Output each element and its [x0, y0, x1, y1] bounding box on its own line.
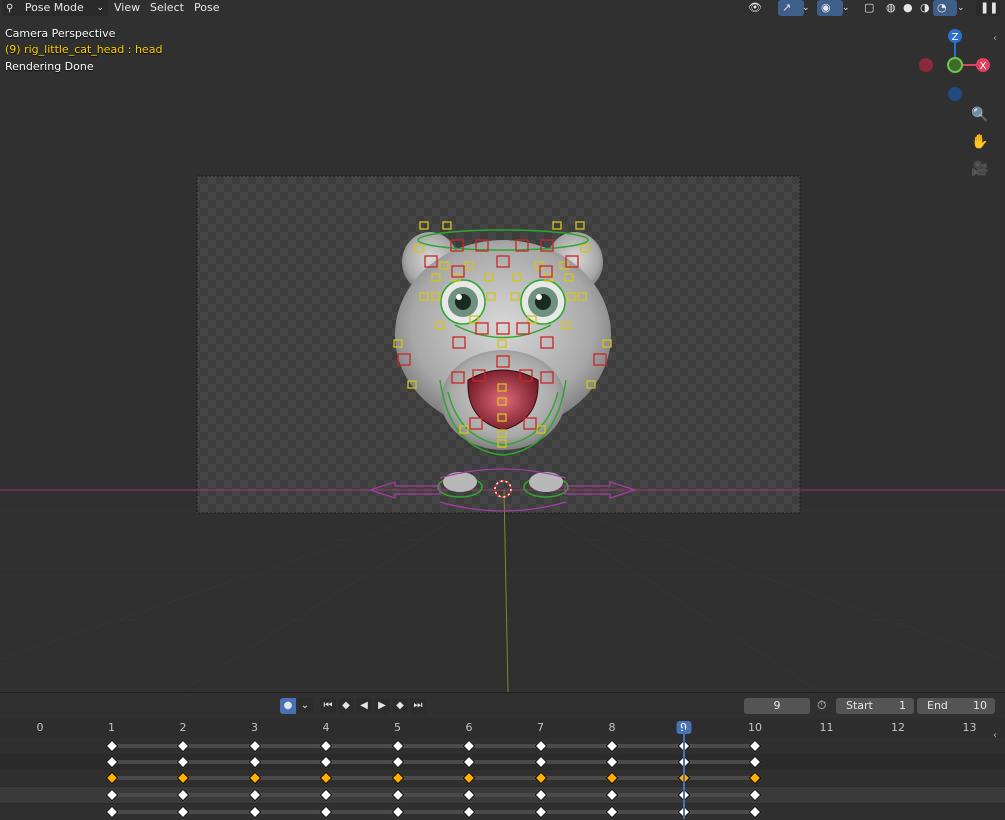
jump-start-icon: ⏮	[323, 700, 333, 711]
timeline-header: ● ⌄ ⏮ ◆ ◀ ▶ ◆ ⏭ 9 ⏱ Start 1 End 10	[0, 692, 1005, 719]
frame-number[interactable]: 13	[963, 721, 977, 734]
shading-dropdown[interactable]: ⌄	[953, 0, 973, 16]
frame-number[interactable]: 1	[108, 721, 115, 734]
jump-end-button[interactable]: ⏭	[410, 698, 426, 714]
prev-keyframe-button[interactable]: ◆	[338, 698, 354, 714]
current-frame-value: 9	[773, 699, 781, 712]
floor-grid	[0, 489, 1005, 692]
neg-z-axis-handle	[948, 87, 962, 101]
jump-start-button[interactable]: ⏮	[320, 698, 336, 714]
overlay-icon: ◉	[821, 1, 831, 14]
gizmo-dropdown[interactable]: ⌄	[798, 0, 818, 16]
record-icon: ●	[283, 700, 293, 711]
menu-pose[interactable]: Pose	[190, 0, 223, 16]
play-reverse-icon: ◀	[360, 700, 368, 711]
timeline-dopesheet[interactable]: 012345678910111213 ‹	[0, 718, 1005, 820]
xray-toggle[interactable]: ▢	[860, 0, 884, 16]
navigation-gizmo[interactable]: Z X	[912, 26, 1002, 106]
wireframe-icon: ◍	[886, 1, 896, 14]
pause-icon: ❚❚	[980, 1, 999, 14]
play-icon: ▶	[378, 700, 386, 711]
frame-number[interactable]: 4	[323, 721, 330, 734]
stopwatch-icon[interactable]: ⏱	[817, 698, 826, 713]
pose-mode-icon: ⚲	[6, 3, 14, 14]
hold-bar	[111, 810, 755, 814]
z-axis-label: Z	[952, 32, 959, 43]
pan-hand-icon[interactable]: ✋	[970, 132, 990, 152]
pause-render-button[interactable]: ❚❚	[976, 0, 1000, 16]
frame-ruler[interactable]: 012345678910111213	[0, 718, 1005, 738]
record-button[interactable]: ●	[280, 698, 296, 714]
frame-number[interactable]: 11	[820, 721, 834, 734]
start-label: Start	[846, 699, 873, 712]
frame-number[interactable]: 10	[748, 721, 762, 734]
material-icon: ◑	[920, 1, 930, 14]
hold-bar	[111, 776, 755, 780]
play-button[interactable]: ▶	[374, 698, 390, 714]
frame-number[interactable]: 7	[537, 721, 544, 734]
mode-dropdown[interactable]: ⚲ Pose Mode ⌄	[2, 0, 108, 16]
frame-number[interactable]: 0	[37, 721, 44, 734]
render-status-label: Rendering Done	[5, 60, 94, 73]
frame-number[interactable]: 3	[251, 721, 258, 734]
jump-end-icon: ⏭	[413, 700, 423, 711]
menu-select[interactable]: Select	[146, 0, 188, 16]
end-frame-field[interactable]: End 10	[917, 698, 995, 714]
chevron-down-icon: ⌄	[802, 3, 810, 13]
end-label: End	[927, 699, 948, 712]
playhead[interactable]	[682, 727, 685, 819]
chevron-down-icon: ⌄	[842, 3, 850, 13]
hold-bar	[111, 744, 755, 748]
x-axis-label: X	[980, 61, 987, 72]
eye-icon: 👁	[748, 1, 762, 14]
vertical-axis-line	[503, 489, 509, 692]
zoom-icon[interactable]: 🔍	[970, 105, 990, 125]
viewport-header: ⚲ Pose Mode ⌄ View Select Pose 👁 ↗ ⌄ ◉ ⌄…	[0, 0, 1005, 16]
frame-number[interactable]: 8	[609, 721, 616, 734]
frame-number[interactable]: 6	[466, 721, 473, 734]
xray-icon: ▢	[864, 1, 875, 14]
overlay-dropdown[interactable]: ⌄	[838, 0, 858, 16]
visibility-dropdown[interactable]: 👁	[744, 0, 780, 16]
end-value: 10	[973, 699, 987, 712]
solid-icon: ●	[903, 1, 913, 14]
start-value: 1	[899, 699, 906, 712]
y-axis-handle	[947, 57, 963, 73]
play-reverse-button[interactable]: ◀	[356, 698, 372, 714]
chevron-down-icon: ⌄	[96, 3, 104, 13]
frame-number[interactable]: 12	[891, 721, 905, 734]
frame-number[interactable]: 2	[180, 721, 187, 734]
camera-perspective-label: Camera Perspective	[5, 27, 116, 40]
gizmo-icon: ↗	[782, 1, 792, 14]
frame-number[interactable]: 5	[394, 721, 401, 734]
chevron-down-icon: ⌄	[957, 3, 965, 13]
hold-bar	[111, 760, 755, 764]
3d-viewport[interactable]	[0, 0, 1005, 692]
viewport-scene	[0, 175, 1005, 692]
next-keyframe-icon: ◆	[396, 700, 404, 711]
current-frame-field[interactable]: 9	[744, 698, 810, 714]
neg-x-axis-handle	[919, 58, 933, 72]
prev-keyframe-icon: ◆	[342, 700, 350, 711]
start-frame-field[interactable]: Start 1	[836, 698, 914, 714]
camera-view-icon[interactable]: 🎥	[970, 159, 990, 179]
mode-label: Pose Mode	[24, 1, 84, 14]
hold-bar	[111, 793, 755, 797]
active-object-label: (9) rig_little_cat_head : head	[5, 43, 163, 56]
record-dropdown[interactable]: ⌄	[297, 698, 313, 714]
next-keyframe-button[interactable]: ◆	[392, 698, 408, 714]
menu-view[interactable]: View	[110, 0, 144, 16]
rendered-icon: ◔	[937, 1, 947, 14]
chevron-down-icon: ⌄	[300, 700, 310, 711]
